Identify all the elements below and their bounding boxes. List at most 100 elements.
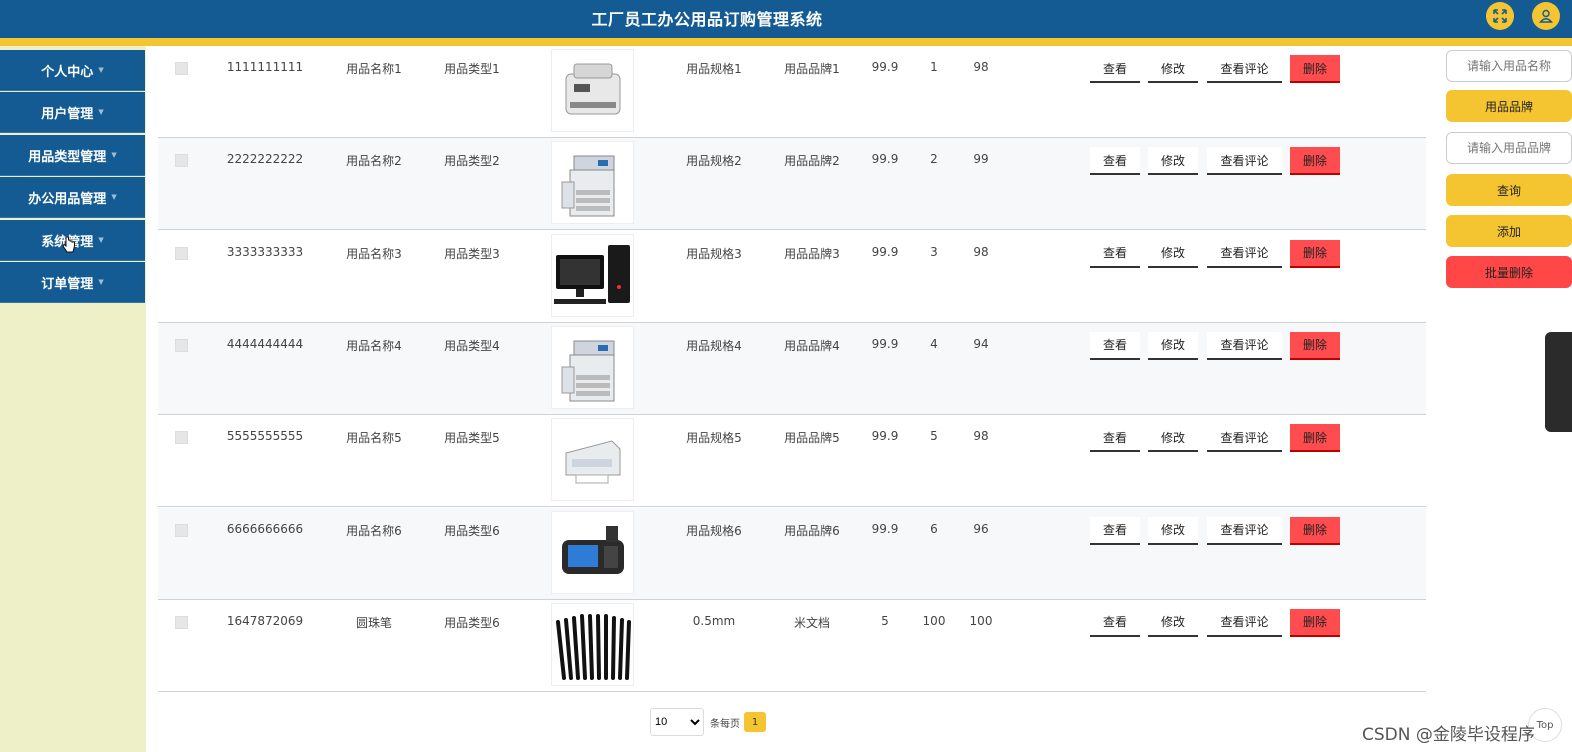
edit-button[interactable]: 修改 (1148, 147, 1198, 176)
watermark: CSDN @金陵毕设程序 (1362, 725, 1535, 745)
view-button[interactable]: 查看 (1090, 331, 1140, 360)
table-row: 5555555555 用品名称5 用品类型5 用品规格5 用品品牌5 99.9 5 98 查看修… (158, 415, 1426, 508)
page-button-current[interactable]: 1 (744, 712, 766, 732)
query-button[interactable]: 查询 (1446, 174, 1572, 206)
delete-button[interactable]: 删除 (1290, 424, 1340, 453)
edit-button[interactable]: 修改 (1148, 608, 1198, 637)
side-drawer-tab[interactable] (1545, 332, 1572, 432)
cell-price: 5 (881, 613, 889, 628)
app-title: 工厂员工办公用品订购管理系统 (591, 10, 823, 29)
edit-button[interactable]: 修改 (1148, 424, 1198, 453)
view-button[interactable]: 查看 (1090, 608, 1140, 637)
user-avatar-button[interactable] (1532, 2, 1560, 30)
chevron-down-icon: ▼ (98, 278, 104, 286)
view-comments-button[interactable]: 查看评论 (1207, 424, 1282, 453)
sidebar-item-type-management[interactable]: 用品类型管理 ▼ (0, 135, 145, 176)
view-comments-button[interactable]: 查看评论 (1207, 331, 1282, 360)
desktop-computer-icon (551, 233, 634, 317)
edit-button[interactable]: 修改 (1148, 331, 1198, 360)
cell-name: 用品名称5 (346, 431, 402, 446)
sidebar-item-label: 办公用品管理 (28, 191, 107, 207)
brand-label-button[interactable]: 用品品牌 (1446, 90, 1572, 122)
sidebar-item-label: 个人中心 (41, 64, 94, 80)
cell-brand: 用品品牌4 (784, 338, 840, 353)
row-checkbox[interactable] (175, 523, 188, 537)
pagination: 10 条每页 1 (650, 708, 766, 736)
edit-button[interactable]: 修改 (1148, 516, 1198, 545)
view-comments-button[interactable]: 查看评论 (1207, 55, 1282, 83)
row-checkbox[interactable] (175, 338, 188, 352)
view-button[interactable]: 查看 (1090, 424, 1140, 453)
delete-button[interactable]: 删除 (1290, 239, 1340, 268)
cell-brand: 用品品牌3 (784, 246, 840, 261)
delete-button[interactable]: 删除 (1290, 331, 1340, 360)
sidebar-item-order-management[interactable]: 订单管理 ▼ (0, 262, 145, 303)
cell-score: 94 (973, 336, 989, 351)
brand-search-input[interactable] (1446, 132, 1572, 164)
add-button[interactable]: 添加 (1446, 215, 1572, 247)
row-checkbox[interactable] (175, 62, 188, 75)
sidebar-item-personal-center[interactable]: 个人中心 ▼ (0, 50, 145, 91)
cell-type: 用品类型5 (444, 431, 500, 446)
view-comments-button[interactable]: 查看评论 (1207, 608, 1282, 637)
cell-type: 用品类型6 (444, 615, 500, 630)
cell-name: 用品名称1 (346, 62, 402, 76)
table-row: 6666666666 用品名称6 用品类型6 用品规格6 用品品牌6 99.9 6 96 查看修… (158, 507, 1426, 600)
cell-type: 用品类型3 (444, 246, 500, 261)
view-button[interactable]: 查看 (1090, 147, 1140, 176)
cell-score: 96 (973, 521, 989, 536)
view-button[interactable]: 查看 (1090, 55, 1140, 83)
cell-price: 99.9 (871, 336, 899, 351)
delete-button[interactable]: 删除 (1290, 516, 1340, 545)
fullscreen-button[interactable] (1486, 2, 1514, 30)
row-checkbox[interactable] (175, 154, 188, 168)
cell-spec: 用品规格2 (686, 154, 742, 169)
delete-button[interactable]: 删除 (1290, 147, 1340, 176)
header-accent-bar (0, 38, 1572, 46)
cell-qty: 3 (930, 244, 938, 259)
pos-terminal-icon (551, 510, 634, 594)
sidebar-item-label: 用品类型管理 (28, 149, 107, 165)
cell-spec: 用品规格3 (686, 246, 742, 261)
view-button[interactable]: 查看 (1090, 516, 1140, 545)
row-checkbox[interactable] (175, 615, 188, 629)
table-row: 2222222222 用品名称2 用品类型2 用品规格2 用品品牌2 99.9 2 99 查看修… (158, 138, 1426, 231)
row-checkbox[interactable] (175, 246, 188, 260)
sidebar-item-label: 订单管理 (41, 276, 94, 292)
chevron-down-icon: ▼ (111, 193, 117, 201)
supplies-table: 1111111111 用品名称1 用品类型1 用品规格1 用品品牌1 99.9 1 98 查看修… (158, 46, 1426, 692)
copier-icon (551, 141, 634, 225)
view-comments-button[interactable]: 查看评论 (1207, 239, 1282, 268)
view-comments-button[interactable]: 查看评论 (1207, 516, 1282, 545)
delete-button[interactable]: 删除 (1290, 608, 1340, 637)
cell-code: 6666666666 (226, 521, 304, 536)
hand-cursor-icon (62, 236, 75, 253)
view-comments-button[interactable]: 查看评论 (1207, 147, 1282, 176)
table-row: 3333333333 用品名称3 用品类型3 用品规格3 用品品牌3 99.9 3 98 查看修… (158, 231, 1426, 323)
cell-spec: 0.5mm (692, 613, 736, 628)
per-page-label: 条每页 (710, 718, 740, 730)
cell-qty: 2 (930, 152, 938, 167)
expand-icon (1493, 9, 1507, 23)
view-button[interactable]: 查看 (1090, 239, 1140, 268)
sidebar-item-supplies-management[interactable]: 办公用品管理 ▼ (0, 177, 145, 218)
name-search-input[interactable] (1446, 50, 1572, 82)
cell-code: 1111111111 (226, 60, 304, 74)
cell-score: 98 (973, 244, 989, 259)
cell-qty: 6 (930, 521, 938, 536)
cell-type: 用品类型2 (444, 154, 500, 169)
edit-button[interactable]: 修改 (1148, 55, 1198, 83)
batch-delete-button[interactable]: 批量删除 (1446, 256, 1572, 288)
page-size-select[interactable]: 10 (650, 708, 704, 736)
cell-brand: 用品品牌2 (784, 154, 840, 169)
cell-score: 100 (969, 613, 993, 628)
cell-price: 99.9 (871, 244, 899, 259)
cell-qty: 100 (922, 613, 946, 628)
cell-brand: 用品品牌5 (784, 431, 840, 446)
edit-button[interactable]: 修改 (1148, 239, 1198, 268)
cell-name: 用品名称3 (346, 246, 402, 261)
delete-button[interactable]: 删除 (1290, 55, 1340, 83)
row-checkbox[interactable] (175, 431, 188, 445)
sidebar-item-user-management[interactable]: 用户管理 ▼ (0, 92, 145, 133)
cell-name: 用品名称2 (346, 154, 402, 169)
